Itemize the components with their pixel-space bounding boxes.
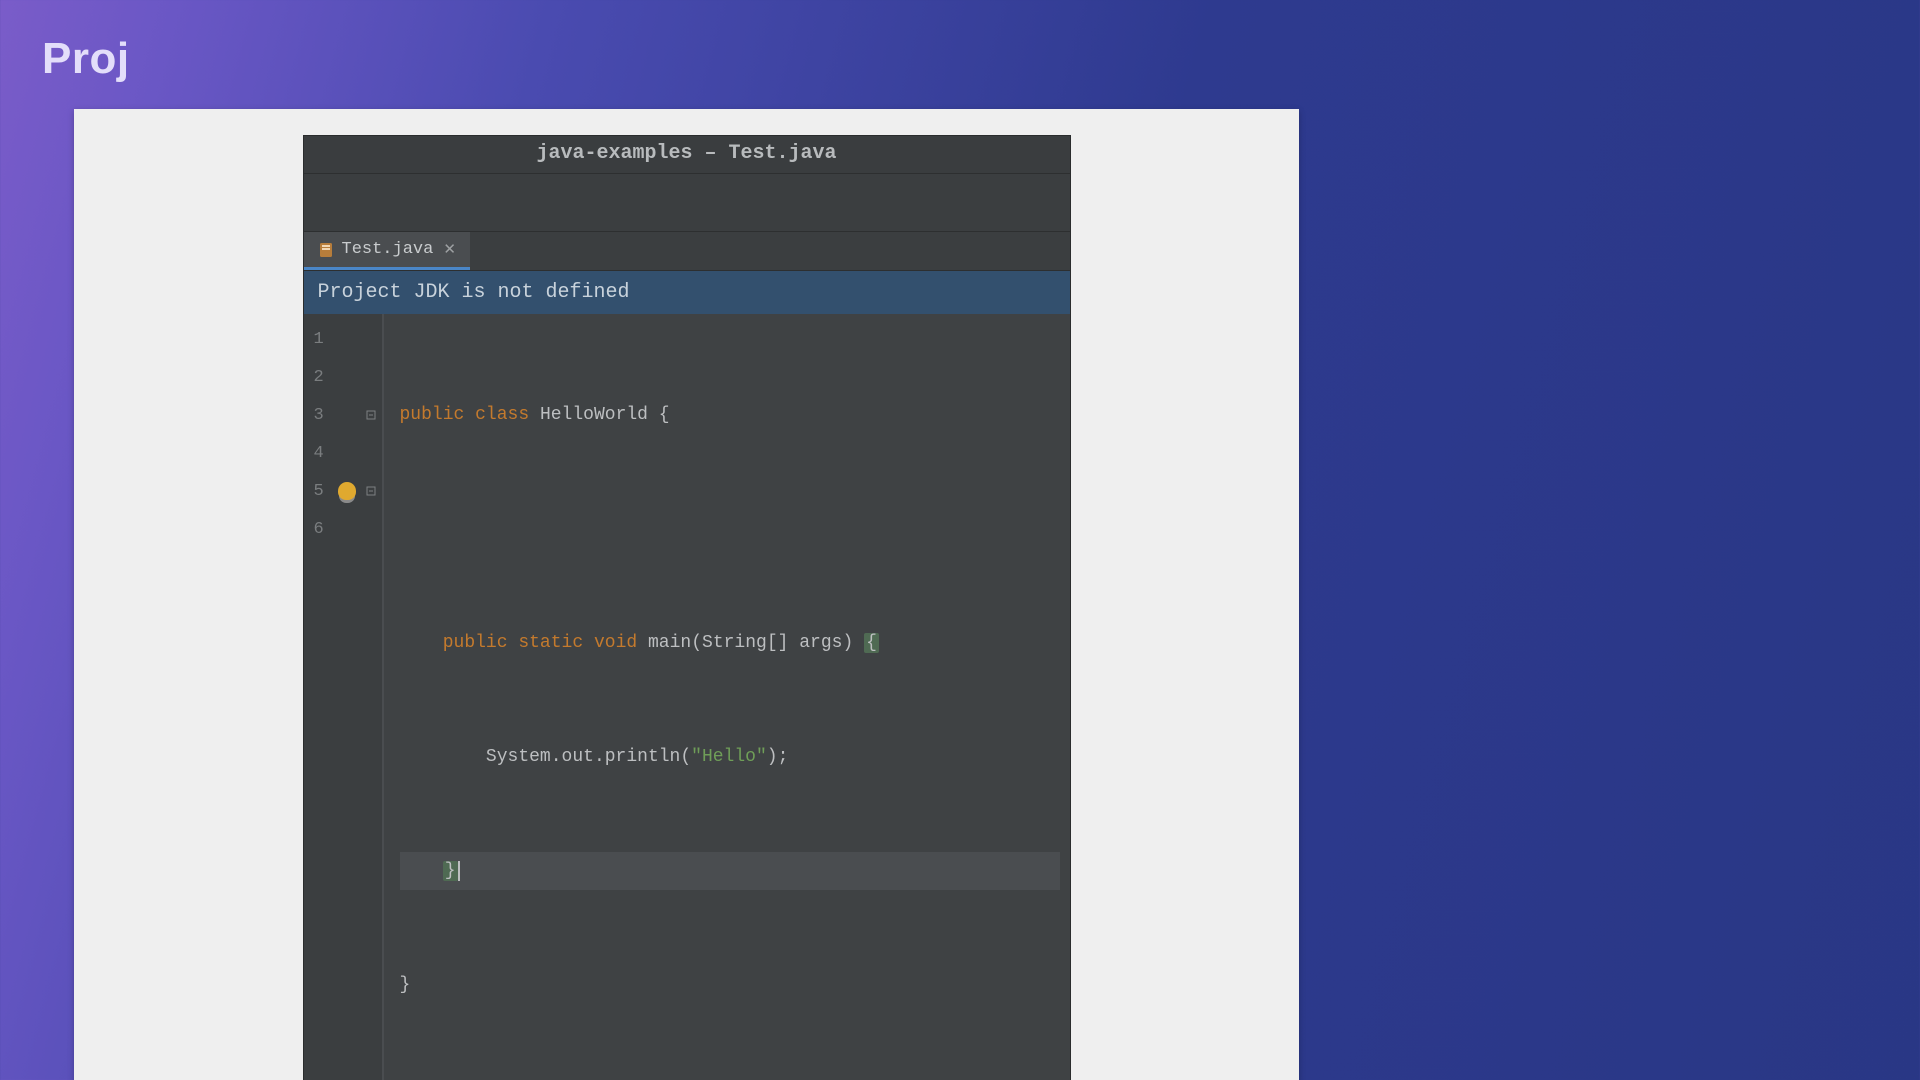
line-number: 4	[314, 444, 324, 463]
code-line: }	[400, 966, 1060, 1004]
code-line: }	[400, 852, 1060, 890]
code-line	[400, 510, 1060, 548]
ide-tab-row: Test.java ✕	[304, 232, 1070, 271]
lightbulb-icon[interactable]	[338, 482, 356, 500]
ide-screenshot: java-examples – Test.java Test.java ✕ Pr…	[303, 135, 1071, 1080]
line-number: 1	[314, 330, 324, 349]
ide-editor[interactable]: 1 2 3 4 5 6 public class HelloWorld {	[304, 314, 1070, 1080]
code-line: public class HelloWorld {	[400, 396, 1060, 434]
close-icon[interactable]: ✕	[443, 240, 456, 259]
page-title: Proj	[42, 34, 130, 84]
jdk-not-defined-banner[interactable]: Project JDK is not defined	[304, 271, 1070, 314]
code-area[interactable]: public class HelloWorld { public static …	[384, 314, 1070, 1080]
ide-toolbar	[304, 174, 1070, 232]
line-number: 2	[314, 368, 324, 387]
code-line: public static void main(String[] args) {	[400, 624, 1060, 662]
fold-icon[interactable]	[364, 484, 378, 498]
java-file-icon	[318, 242, 334, 258]
fold-icon[interactable]	[364, 408, 378, 422]
ide-tab-test-java[interactable]: Test.java ✕	[304, 232, 470, 270]
line-number: 6	[314, 520, 324, 539]
article-card: java-examples – Test.java Test.java ✕ Pr…	[74, 109, 1299, 1080]
line-number-gutter: 1 2 3 4 5 6	[304, 314, 384, 1080]
line-number: 3	[314, 406, 324, 425]
ide-tab-label: Test.java	[342, 240, 434, 259]
code-line: System.out.println("Hello");	[400, 738, 1060, 776]
ide-window-title: java-examples – Test.java	[304, 136, 1070, 174]
line-number: 5	[314, 482, 324, 501]
